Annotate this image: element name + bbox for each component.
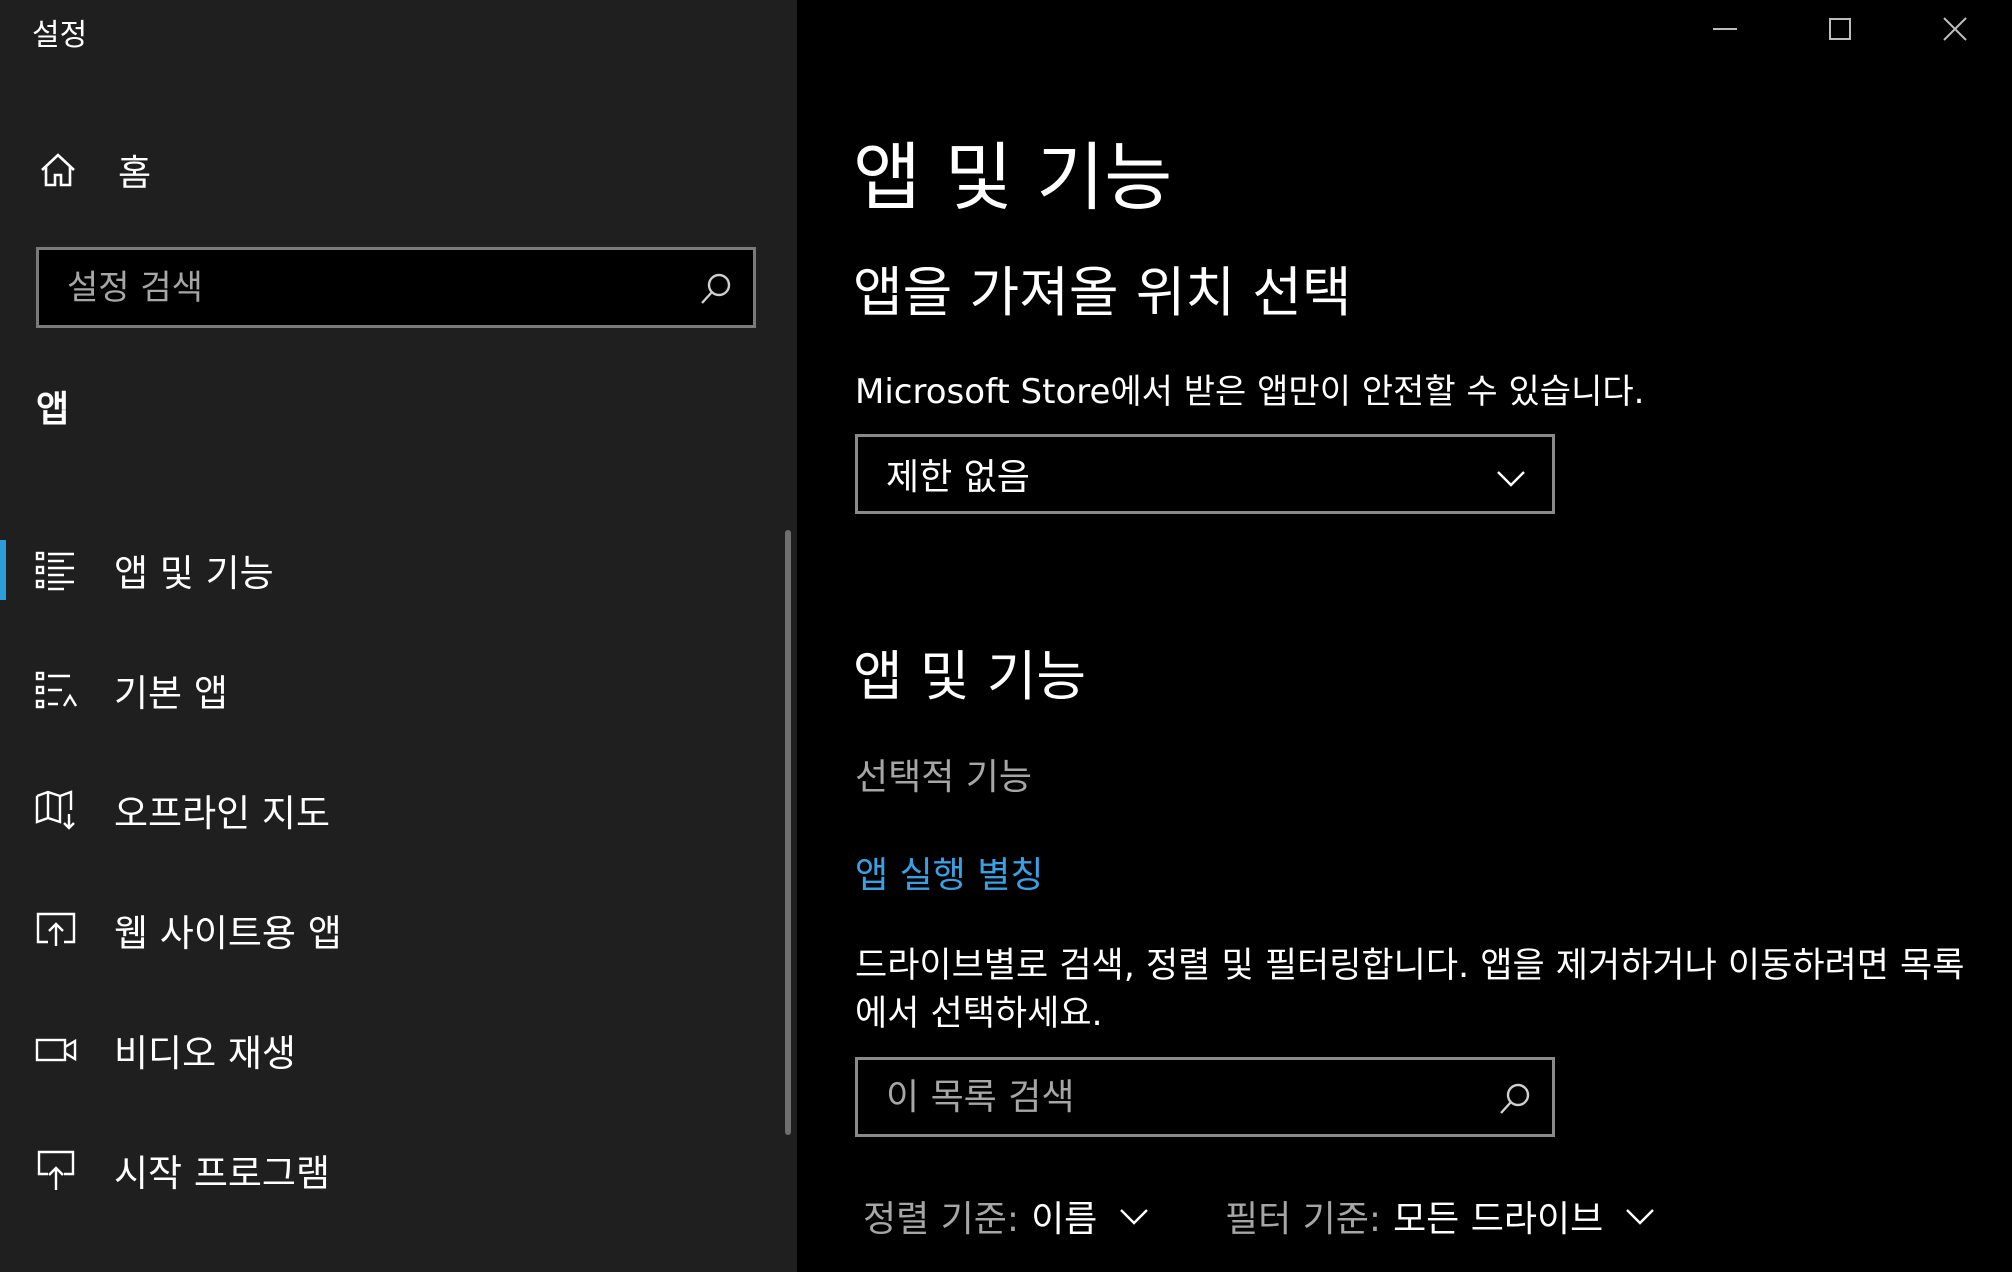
close-button[interactable] bbox=[1897, 0, 2012, 58]
sidebar-item-label: 기본 앱 bbox=[114, 672, 228, 715]
filter-by-dropdown[interactable]: 필터 기준: 모든 드라이브 bbox=[1225, 1190, 1657, 1242]
sidebar-item-label: 시작 프로그램 bbox=[114, 1152, 331, 1195]
sidebar-item-video-playback[interactable]: 비디오 재생 bbox=[0, 990, 790, 1110]
sidebar-item-home[interactable]: 홈 bbox=[0, 138, 797, 202]
sidebar-item-offline-maps[interactable]: 오프라인 지도 bbox=[0, 750, 790, 870]
optional-features-link[interactable]: 선택적 기능 bbox=[855, 748, 1032, 800]
filter-by-label: 필터 기준: bbox=[1225, 1199, 1382, 1240]
minimize-icon bbox=[1712, 28, 1737, 30]
page-title: 앱 및 기능 bbox=[853, 135, 1173, 221]
app-list-search-box[interactable] bbox=[855, 1057, 1555, 1137]
sort-by-value: 이름 bbox=[1031, 1199, 1098, 1240]
app-execution-alias-link[interactable]: 앱 실행 별칭 bbox=[855, 846, 1044, 898]
sidebar-scrollbar[interactable] bbox=[785, 530, 791, 1135]
install-source-dropdown[interactable]: 제한 없음 bbox=[855, 434, 1555, 514]
sidebar-item-label: 앱 및 기능 bbox=[114, 552, 274, 595]
caption-buttons bbox=[1667, 0, 2012, 58]
apps-list-description: 드라이브별로 검색, 정렬 및 필터링합니다. 앱을 제거하거나 이동하려면 목… bbox=[855, 946, 1965, 1034]
settings-search-box[interactable] bbox=[36, 247, 756, 328]
sidebar-item-label: 오프라인 지도 bbox=[114, 792, 331, 835]
sidebar-section-heading: 앱 bbox=[36, 389, 70, 430]
home-icon bbox=[41, 153, 75, 187]
maximize-button[interactable] bbox=[1782, 0, 1897, 58]
main-content: 앱 및 기능 앱을 가져올 위치 선택 Microsoft Store에서 받은… bbox=[797, 0, 2012, 1272]
offline-maps-icon bbox=[35, 790, 75, 830]
chevron-down-icon bbox=[1626, 1209, 1655, 1225]
startup-icon bbox=[37, 1150, 75, 1190]
sidebar-item-apps-for-websites[interactable]: 웹 사이트용 앱 bbox=[0, 870, 790, 990]
maximize-icon bbox=[1828, 18, 1851, 40]
chevron-down-icon bbox=[1120, 1209, 1149, 1225]
close-icon bbox=[1942, 17, 1967, 41]
default-apps-icon bbox=[35, 671, 78, 709]
install-source-dropdown-value: 제한 없음 bbox=[886, 457, 1030, 498]
sort-by-dropdown[interactable]: 정렬 기준: 이름 bbox=[863, 1190, 1151, 1242]
install-source-description: Microsoft Store에서 받은 앱만이 안전할 수 있습니다. bbox=[855, 372, 1645, 412]
video-playback-icon bbox=[35, 1038, 77, 1062]
sidebar-item-startup[interactable]: 시작 프로그램 bbox=[0, 1110, 790, 1230]
app-list-search-input[interactable] bbox=[858, 1060, 1552, 1134]
sidebar-nav: 앱 및 기능 기본 앱 오프라인 지도 웹 사이트용 앱 비디오 재생 시작 프… bbox=[0, 510, 790, 1230]
apps-for-websites-icon bbox=[36, 912, 76, 946]
filter-by-value: 모든 드라이브 bbox=[1393, 1199, 1604, 1240]
minimize-button[interactable] bbox=[1667, 0, 1782, 58]
search-icon[interactable] bbox=[1496, 1080, 1534, 1118]
settings-window: 설정 홈 앱 앱 및 기능 bbox=[0, 0, 2012, 1272]
chevron-down-icon bbox=[1497, 471, 1525, 487]
search-icon[interactable] bbox=[697, 270, 735, 308]
sidebar: 설정 홈 앱 앱 및 기능 bbox=[0, 0, 797, 1272]
sidebar-item-default-apps[interactable]: 기본 앱 bbox=[0, 630, 790, 750]
sidebar-item-label: 홈 bbox=[118, 153, 152, 194]
apps-features-heading: 앱 및 기능 bbox=[853, 645, 1087, 708]
install-source-heading: 앱을 가져올 위치 선택 bbox=[853, 261, 1352, 324]
sidebar-item-apps-features[interactable]: 앱 및 기능 bbox=[0, 510, 790, 630]
sidebar-item-label: 비디오 재생 bbox=[114, 1032, 296, 1075]
settings-search-input[interactable] bbox=[39, 250, 753, 325]
sort-by-label: 정렬 기준: bbox=[863, 1199, 1020, 1240]
sidebar-item-label: 웹 사이트용 앱 bbox=[114, 912, 342, 955]
apps-features-icon bbox=[35, 551, 74, 591]
window-title: 설정 bbox=[32, 18, 88, 53]
